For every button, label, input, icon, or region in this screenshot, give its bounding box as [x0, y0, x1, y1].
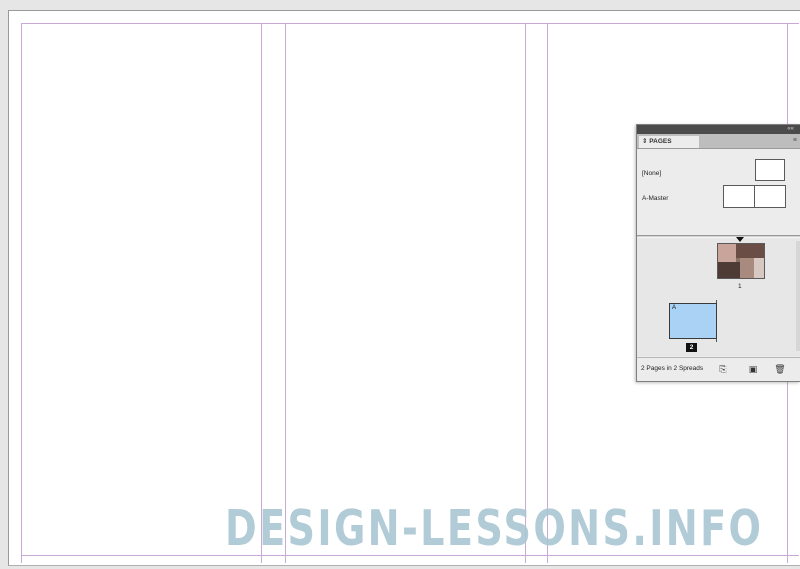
page-number-1: 1: [738, 283, 742, 290]
master-a-thumbnail-left[interactable]: [723, 185, 755, 208]
photo-thumbnail: [736, 244, 764, 258]
tab-pages[interactable]: ⇕ PAGES: [639, 136, 699, 148]
photo-thumbnail: [754, 258, 764, 278]
column-guide: [547, 23, 548, 563]
photo-thumbnail: [718, 244, 736, 262]
delete-page-button[interactable]: 🗑: [774, 363, 786, 375]
panel-menu-icon[interactable]: ≡: [793, 136, 797, 146]
trash-icon: 🗑: [774, 364, 786, 374]
page-number-2: 2: [686, 343, 697, 352]
panel-titlebar[interactable]: ««: [637, 125, 800, 134]
scrollbar[interactable]: [796, 241, 800, 351]
photo-thumbnail: [718, 262, 740, 278]
master-prefix-label: A: [672, 305, 677, 311]
master-a[interactable]: A-Master: [642, 195, 668, 202]
master-a-thumbnail-right[interactable]: [754, 185, 786, 208]
new-page-icon: ▣: [748, 364, 758, 374]
collapse-icon[interactable]: ««: [787, 126, 794, 133]
master-none[interactable]: [None]: [642, 170, 661, 177]
tab-pages-label: PAGES: [649, 138, 672, 145]
column-guide: [261, 23, 262, 563]
panel-statusbar: 2 Pages in 2 Spreads ⎘ ▣ 🗑: [637, 357, 800, 382]
page-thumbnail-1[interactable]: [717, 243, 765, 279]
photo-thumbnail: [740, 258, 754, 278]
master-a-label: A-Master: [642, 195, 669, 202]
top-margin-guide: [21, 23, 799, 24]
watermark-text: DESIGN-LESSONS.INFO: [225, 500, 764, 557]
spread-start-icon: [736, 237, 744, 242]
page-thumbnail-2[interactable]: A: [669, 303, 717, 339]
master-none-label: [None]: [642, 170, 662, 177]
page-size-icon: ⎘: [719, 364, 727, 374]
pages-count-text: 2 Pages in 2 Spreads: [641, 365, 704, 372]
pages-panel[interactable]: «« ⇕ PAGES ≡ [None] A-Master 1 A 2 2 Pag…: [636, 124, 800, 382]
left-margin-guide: [21, 23, 22, 563]
column-guide: [285, 23, 286, 563]
new-page-button[interactable]: ▣: [747, 363, 759, 375]
panel-tabbar: ⇕ PAGES ≡: [637, 134, 800, 149]
column-guide: [525, 23, 526, 563]
master-none-thumbnail[interactable]: [755, 159, 785, 181]
page-size-button[interactable]: ⎘: [717, 363, 729, 375]
masters-section: [None] A-Master: [637, 149, 800, 235]
